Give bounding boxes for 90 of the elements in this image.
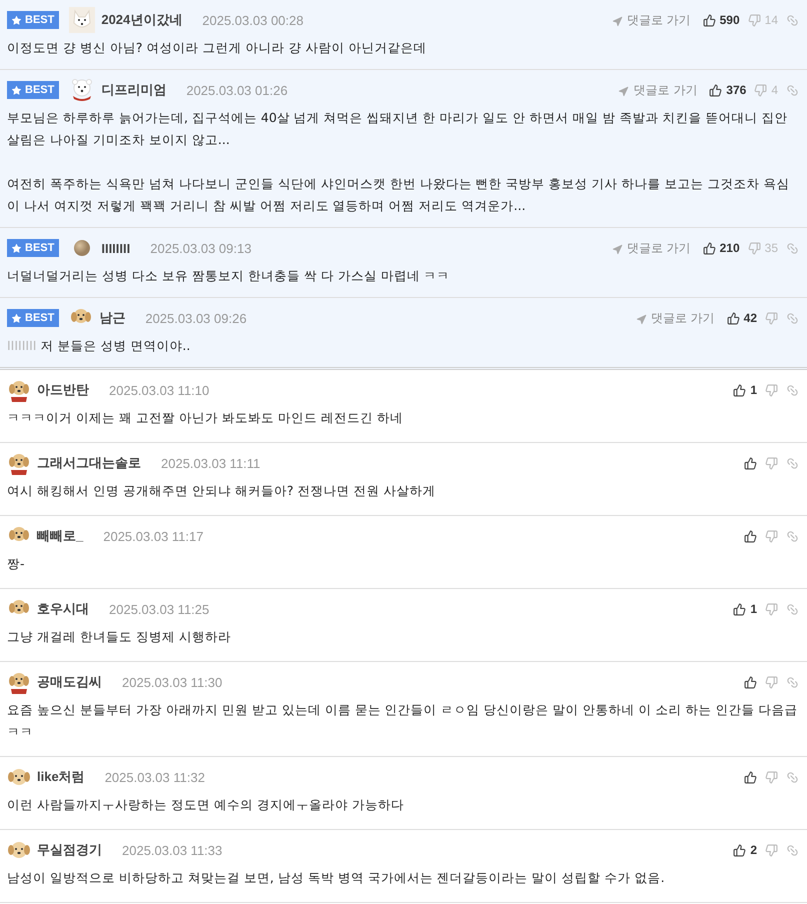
thumbs-up-icon <box>733 844 746 856</box>
best-badge: BEST <box>7 11 60 29</box>
comment-date: 2025.03.03 11:33 <box>122 842 222 858</box>
nickname[interactable]: 호우시대 <box>37 600 89 618</box>
upvote-button[interactable]: 1 <box>733 602 757 616</box>
comment-text: IIIIIIII 저 분들은 성병 면역이야.. <box>7 337 192 355</box>
upvote-button[interactable]: 210 <box>702 241 740 255</box>
nickname[interactable]: 무실점경기 <box>37 841 102 859</box>
star-icon <box>11 84 22 96</box>
comment-date: 2025.03.03 11:10 <box>109 382 210 398</box>
nickname[interactable]: 빼빼로_ <box>37 527 84 545</box>
thumbs-up-icon <box>744 770 757 784</box>
comment-text: 그냥 개걸레 한녀들도 징병제 시행하라 <box>7 628 232 646</box>
downvote-button[interactable] <box>765 312 778 324</box>
nickname[interactable]: 디프리미엄 <box>101 81 166 99</box>
thumbs-down-icon <box>754 84 768 96</box>
downvote-button[interactable] <box>765 530 778 542</box>
comment-date: 2025.03.03 11:30 <box>122 674 222 690</box>
comment-text: 너덜너덜거리는 성병 다소 보유 짬통보지 한녀충들 싹 다 가스실 마렵네 ㅋㅋ <box>7 267 451 285</box>
comment-date: 2025.03.03 09:26 <box>145 310 247 326</box>
comment-text: 여전히 폭주하는 식욕만 넘쳐 나다보니 군인들 식단에 샤인머스캣 한번 나왔다는 뻔한 국방부 홍보성 기사 하나를 보고는 그것조차 욕심이 나서 여지껏 저렇게 꽥꽥 거리니 참 씨발 어쩜 저리도 열등하며 어쩜 저리도 역겨운가... <box>7 175 791 215</box>
thumbs-up-icon <box>744 676 757 688</box>
comment-date: 2025.03.03 11:17 <box>103 528 204 544</box>
comment-date: 2025.03.03 11:11 <box>161 456 260 470</box>
upvote-button[interactable]: 1 <box>733 383 757 397</box>
thumbs-up-icon <box>744 530 757 542</box>
thumbs-up-icon <box>702 14 716 26</box>
thumbs-up-icon <box>733 384 746 396</box>
upvote-button[interactable]: 590 <box>702 13 740 27</box>
nickname[interactable]: 2024년이갔네 <box>101 11 182 29</box>
avatar-icon <box>73 239 92 257</box>
thumbs-up-icon <box>744 456 757 470</box>
upvote-button[interactable] <box>744 676 757 688</box>
downvote-button[interactable] <box>765 456 778 470</box>
downvote-button[interactable] <box>765 770 778 784</box>
thumbs-down-icon <box>765 602 778 616</box>
dog-avatar-icon <box>7 670 31 694</box>
dog-avatar-icon <box>7 767 31 787</box>
dog-avatar-icon <box>7 378 31 402</box>
dog-avatar-icon <box>7 451 31 475</box>
best-badge: BEST <box>7 81 60 99</box>
upvote-button[interactable]: 376 <box>709 83 746 97</box>
nickname[interactable]: IIIIIIII <box>101 240 130 256</box>
star-icon <box>11 312 22 324</box>
thumbs-up-icon <box>726 312 740 324</box>
star-icon <box>11 14 22 26</box>
nickname[interactable]: like처럼 <box>37 768 85 786</box>
thumbs-down-icon <box>765 312 778 324</box>
downvote-button[interactable] <box>765 384 778 396</box>
upvote-button[interactable]: 42 <box>726 311 757 325</box>
comment-text: 부모님은 하루하루 늙어가는데, 집구석에는 40살 넘게 쳐먹은 씹돼지년 한 마리가 일도 안 하면서 매일 밤 족발과 치킨을 뜯어대니 집안 살림은 나아질 기미조차 보이지 않고... <box>7 109 788 149</box>
comment-text: 남성이 일방적으로 비하당하고 쳐맞는걸 보면, 남성 독박 병역 국가에서는 젠더갈등이라는 말이 성립할 수가 없음. <box>7 869 666 887</box>
thumbs-down-icon <box>765 676 778 688</box>
thumbs-down-icon <box>765 844 778 856</box>
upvote-button[interactable] <box>744 770 757 784</box>
comment-text: 짱- <box>7 555 26 573</box>
comment-text: ㅋㅋㅋ이거 이제는 꽤 고전짤 아닌가 봐도봐도 마인드 레전드긴 하네 <box>7 409 404 427</box>
comment-date: 2025.03.03 01:26 <box>186 82 288 98</box>
comment-text: 여시 해킹해서 인명 공개해주면 안되냐 해커들아? 전쟁나면 전원 사살하게 <box>7 482 436 500</box>
downvote-button[interactable] <box>765 676 778 688</box>
comment-date: 2025.03.03 11:25 <box>109 602 210 616</box>
upvote-button[interactable] <box>744 530 757 542</box>
best-badge: BEST <box>7 309 60 327</box>
comment-text: 요즘 높으신 분들부터 가장 아래까지 민원 받고 있는데 이름 묻는 인간들이 ㄹㅇ임 당신이랑은 말이 안통하네 이 소리 하는 인간들 다음급 ㅋㅋ <box>7 701 798 741</box>
thumbs-up-icon <box>702 242 716 254</box>
comment-date: 2025.03.03 09:13 <box>150 240 252 256</box>
downvote-button[interactable] <box>765 844 778 856</box>
thumbs-up-icon <box>709 84 722 96</box>
best-badge: BEST <box>7 239 60 257</box>
comment-date: 2025.03.03 00:28 <box>202 12 304 28</box>
nickname[interactable]: 그래서그대는솔로 <box>37 454 141 472</box>
comment-text: 이런 사람들까지ㅜ사랑하는 정도면 예수의 경지에ㅜ올라야 가능하다 <box>7 796 405 814</box>
thumbs-down-icon <box>748 242 761 254</box>
nickname[interactable]: 남근 <box>99 309 126 327</box>
thumbs-down-icon <box>765 530 778 542</box>
comment-text: 이정도면 걍 병신 아님? 여성이라 그런게 아니라 걍 사람이 아닌거같은데 <box>7 39 428 57</box>
downvote-button[interactable] <box>765 602 778 616</box>
upvote-button[interactable] <box>744 456 757 470</box>
comment-date: 2025.03.03 11:32 <box>104 770 205 784</box>
upvote-button[interactable]: 2 <box>733 843 757 857</box>
thumbs-down-icon <box>765 456 778 470</box>
nickname[interactable]: 아드반탄 <box>37 381 89 399</box>
nickname[interactable]: 공매도김씨 <box>37 673 102 691</box>
star-icon <box>11 242 22 254</box>
thumbs-down-icon <box>765 770 778 784</box>
thumbs-down-icon <box>748 14 761 26</box>
thumbs-up-icon <box>733 602 746 616</box>
dog-avatar-icon <box>7 840 31 860</box>
animal-avatar-icon <box>69 7 96 33</box>
thumbs-down-icon <box>765 384 778 396</box>
